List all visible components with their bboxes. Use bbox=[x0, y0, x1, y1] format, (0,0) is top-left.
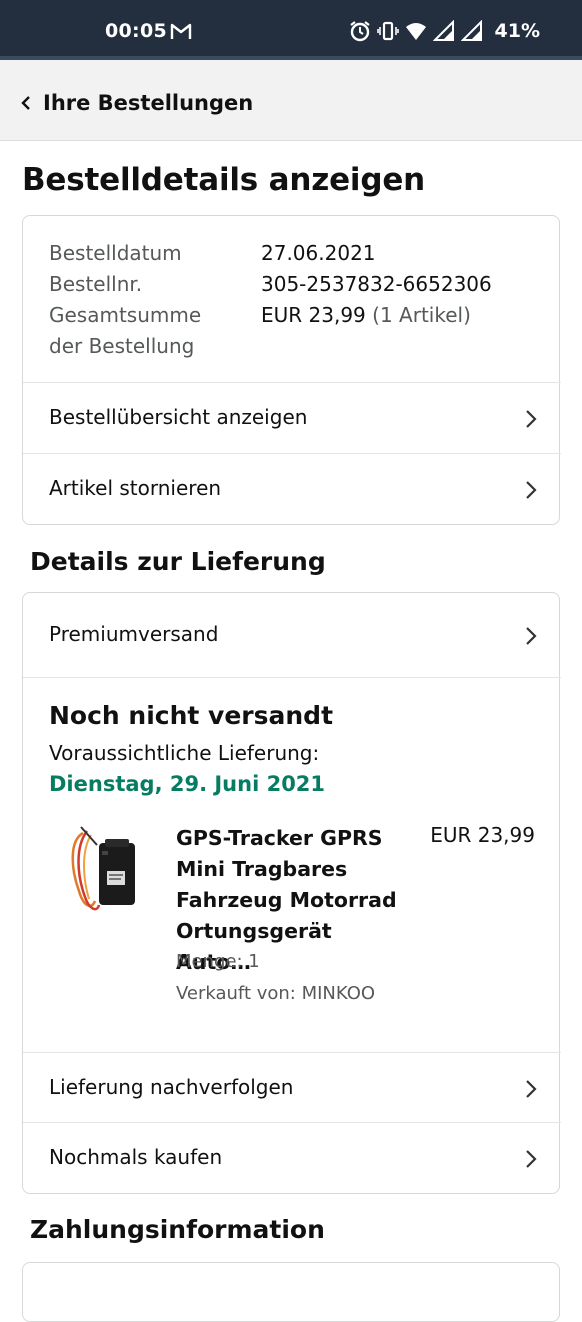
gmail-icon bbox=[170, 23, 192, 39]
cancel-items-row[interactable]: Artikel stornieren bbox=[23, 453, 561, 524]
order-number-label: Bestellnr. bbox=[49, 272, 143, 296]
order-summary: Bestelldatum 27.06.2021 Bestellnr. 305-2… bbox=[49, 238, 549, 362]
status-icons: 41% bbox=[349, 20, 540, 42]
back-link[interactable]: Ihre Bestellungen bbox=[43, 91, 253, 115]
view-invoice-label: Bestellübersicht anzeigen bbox=[49, 405, 308, 429]
order-total-value: EUR 23,99 (1 Artikel) bbox=[261, 300, 471, 362]
order-total-items: (1 Artikel) bbox=[372, 303, 471, 327]
order-date-value: 27.06.2021 bbox=[261, 241, 376, 265]
buy-again-label: Nochmals kaufen bbox=[49, 1145, 223, 1169]
chevron-right-icon bbox=[526, 627, 537, 645]
signal-icon bbox=[432, 20, 454, 41]
buy-again-row[interactable]: Nochmals kaufen bbox=[23, 1122, 561, 1193]
page-title: Bestelldetails anzeigen bbox=[22, 162, 426, 198]
shipping-method-label: Premiumversand bbox=[49, 622, 219, 646]
delivery-section-title: Details zur Lieferung bbox=[30, 547, 326, 576]
status-time: 00:05 bbox=[105, 20, 167, 42]
chevron-left-icon[interactable] bbox=[20, 96, 32, 110]
product-price: EUR 23,99 bbox=[430, 823, 535, 847]
cancel-items-label: Artikel stornieren bbox=[49, 476, 222, 500]
chevron-right-icon bbox=[526, 481, 537, 499]
expected-delivery-date: Dienstag, 29. Juni 2021 bbox=[49, 772, 326, 796]
product-image[interactable] bbox=[61, 821, 151, 921]
nav-bar: Ihre Bestellungen bbox=[0, 60, 582, 141]
shipping-method-row[interactable]: Premiumversand bbox=[23, 593, 561, 677]
divider bbox=[23, 677, 561, 678]
order-date-label: Bestelldatum bbox=[49, 241, 182, 265]
vibrate-icon bbox=[376, 21, 399, 41]
order-total-label-line1: Gesamtsumme bbox=[49, 303, 202, 327]
order-summary-card: Bestelldatum 27.06.2021 Bestellnr. 305-2… bbox=[22, 215, 561, 525]
shipment-status: Noch nicht versandt bbox=[49, 701, 334, 730]
view-invoice-row[interactable]: Bestellübersicht anzeigen bbox=[23, 382, 561, 453]
order-total-label-line2: der Bestellung bbox=[49, 334, 195, 358]
chevron-right-icon bbox=[526, 1080, 537, 1098]
wifi-icon bbox=[405, 23, 426, 40]
product-seller: Verkauft von: MINKOO bbox=[176, 983, 376, 1004]
order-number-value: 305-2537832-6652306 bbox=[261, 272, 492, 296]
payment-section-title: Zahlungsinformation bbox=[30, 1215, 325, 1244]
expected-delivery-label: Voraussichtliche Lieferung: bbox=[49, 741, 320, 765]
signal-icon-2 bbox=[460, 20, 482, 41]
track-package-row[interactable]: Lieferung nachverfolgen bbox=[23, 1052, 561, 1123]
chevron-right-icon bbox=[526, 1150, 537, 1168]
product-quantity: Menge: 1 bbox=[176, 951, 260, 972]
order-total-row: Gesamtsumme der Bestellung EUR 23,99 (1 … bbox=[49, 300, 549, 362]
delivery-card: Premiumversand Noch nicht versandt Vorau… bbox=[22, 592, 561, 1194]
battery-level: 41% bbox=[494, 20, 540, 42]
alarm-icon bbox=[349, 21, 370, 42]
order-date-row: Bestelldatum 27.06.2021 bbox=[49, 238, 549, 269]
chevron-right-icon bbox=[526, 410, 537, 428]
status-bar: 00:05 41% bbox=[0, 0, 582, 60]
order-total-label: Gesamtsumme der Bestellung bbox=[49, 300, 261, 362]
track-package-label: Lieferung nachverfolgen bbox=[49, 1075, 294, 1099]
order-total-amount: EUR 23,99 bbox=[261, 303, 366, 327]
payment-card bbox=[22, 1262, 560, 1322]
order-number-row: Bestellnr. 305-2537832-6652306 bbox=[49, 269, 549, 300]
